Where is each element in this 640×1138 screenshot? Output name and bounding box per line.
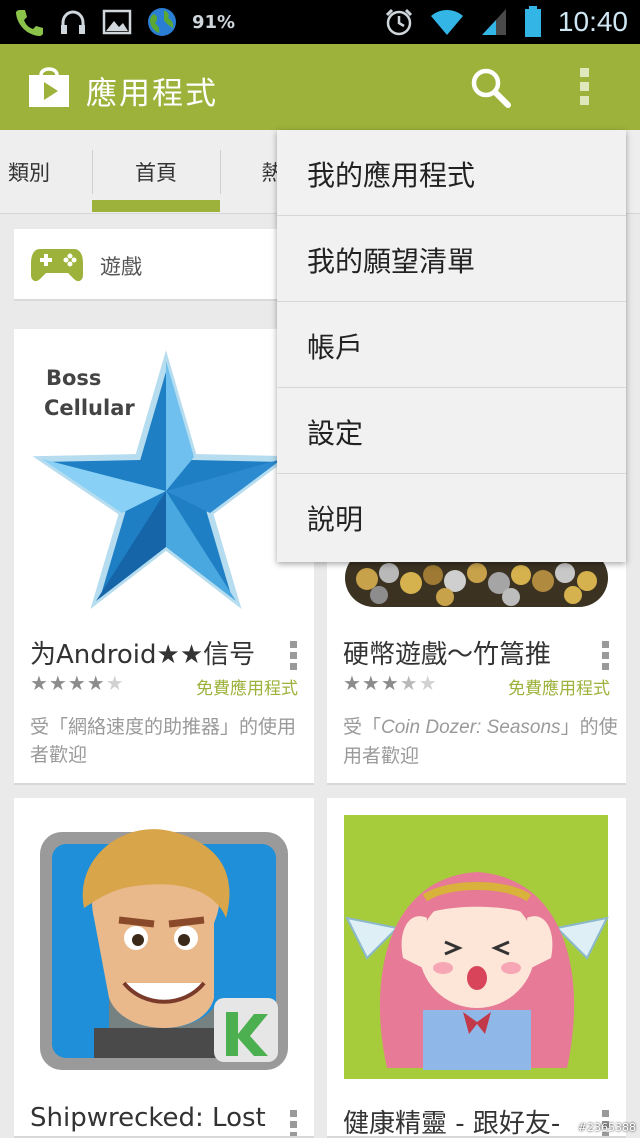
- rating-stars: ★★★★★: [343, 671, 438, 695]
- menu-item-settings[interactable]: 設定: [277, 388, 626, 474]
- phone-icon: [16, 10, 43, 36]
- app-title: Shipwrecked: Lost I: [30, 1103, 270, 1133]
- app-title: 为Android★★信号: [30, 640, 256, 670]
- battery-percent-text: 91%: [192, 11, 236, 33]
- watermark: #2365388: [577, 1121, 636, 1134]
- tab-categories[interactable]: 類別: [0, 130, 58, 214]
- tab-divider: [220, 150, 221, 194]
- overflow-menu-icon[interactable]: [580, 68, 589, 105]
- app-card[interactable]: 健康精靈 - 跟好友-: [327, 798, 626, 1138]
- menu-item-label: 我的應用程式: [307, 159, 476, 192]
- alarm-icon: [385, 8, 412, 36]
- more-options-icon[interactable]: [602, 641, 610, 674]
- rating-stars: ★★★★★: [30, 671, 125, 695]
- app-title: 硬幣遊戲〜竹篙推: [343, 640, 552, 670]
- selected-tab-indicator: [92, 200, 220, 212]
- wifi-icon: [430, 10, 463, 35]
- tab-categories-label: 類別: [8, 161, 50, 185]
- app-icon: Boss Cellular: [14, 329, 314, 619]
- play-store-bag-icon[interactable]: [26, 63, 72, 109]
- menu-item-my-apps[interactable]: 我的應用程式: [277, 130, 626, 216]
- picture-icon: [102, 9, 132, 35]
- more-options-icon[interactable]: [290, 641, 298, 674]
- overflow-menu: 我的應用程式 我的願望清單 帳戶 設定 說明: [277, 130, 626, 562]
- recommendation-reason: 受「網絡速度的助推器」的使用者歡迎: [30, 716, 297, 766]
- search-icon[interactable]: [470, 67, 512, 109]
- menu-item-label: 設定: [307, 417, 364, 450]
- app-title: 健康精靈 - 跟好友-: [343, 1109, 561, 1138]
- menu-item-label: 帳戶: [307, 331, 364, 364]
- menu-item-label: 說明: [307, 503, 364, 536]
- menu-item-accounts[interactable]: 帳戶: [277, 302, 626, 388]
- battery-icon: [524, 6, 541, 37]
- menu-item-my-wishlist[interactable]: 我的願望清單: [277, 216, 626, 302]
- tab-home-label: 首頁: [135, 161, 177, 185]
- app-icon-text-boss: Boss: [46, 366, 101, 390]
- recommendation-reason: 受「Coin Dozer: Seasons」的使用者歡迎: [343, 716, 618, 767]
- globe-icon: [148, 8, 176, 36]
- app-card[interactable]: Boss Cellular 为Android★★信号 ★★★★★ 免費應用程式 …: [14, 329, 314, 785]
- price-label: 免費應用程式: [196, 679, 298, 699]
- signal-icon: [481, 9, 506, 35]
- app-icon-text-cellular: Cellular: [44, 396, 135, 420]
- app-card[interactable]: Shipwrecked: Lost I: [14, 798, 314, 1138]
- app-icon: [14, 798, 314, 1088]
- headset-icon: [61, 10, 85, 34]
- action-bar-title: 應用程式: [86, 76, 218, 112]
- price-label: 免費應用程式: [508, 679, 610, 699]
- clock-time: 10:40: [557, 6, 628, 37]
- menu-item-label: 我的願望清單: [307, 245, 476, 278]
- gamepad-icon: [31, 249, 83, 282]
- menu-item-help[interactable]: 說明: [277, 474, 626, 560]
- app-icon: [327, 798, 626, 1088]
- games-category-label: 遊戲: [100, 255, 142, 279]
- more-options-icon[interactable]: [290, 1110, 298, 1136]
- status-bar: 91% 10:40: [0, 0, 640, 44]
- action-bar: 應用程式: [0, 44, 640, 130]
